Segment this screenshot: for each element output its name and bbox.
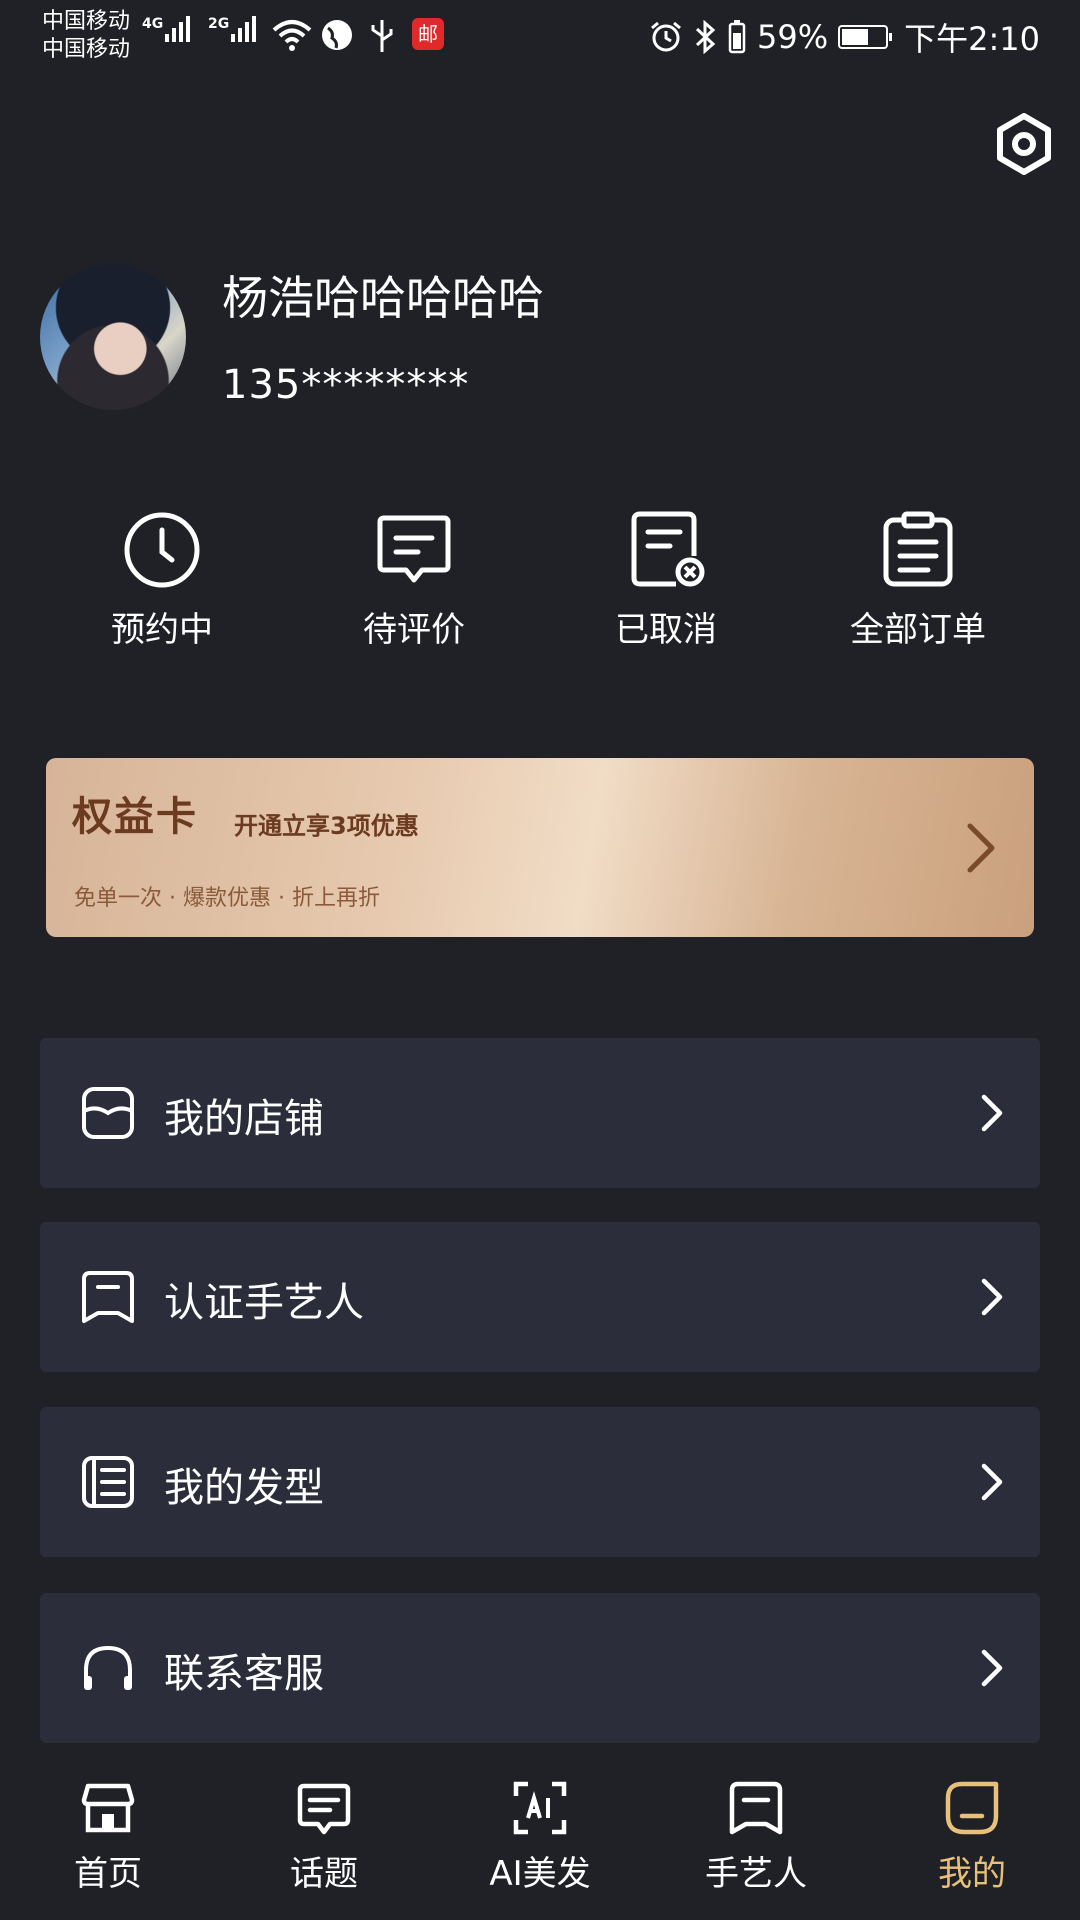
battery-icon xyxy=(838,25,893,49)
tab-home-label: 首页 xyxy=(74,1854,142,1894)
carrier-2: 中国移动 xyxy=(42,37,131,62)
cancelled-doc-icon xyxy=(631,511,705,587)
app-notification-icon: 邮 xyxy=(412,18,444,50)
vibrate-battery-icon xyxy=(728,20,746,54)
carrier-info: 中国移动 中国移动 xyxy=(42,8,130,64)
benefit-card-title: 权益卡 xyxy=(72,794,198,840)
usb-icon xyxy=(371,20,393,52)
tab-mine-label: 我的 xyxy=(938,1854,1006,1894)
signal-2-icon: 2G xyxy=(208,16,259,42)
phone-number: 135******** xyxy=(222,362,470,408)
avatar[interactable] xyxy=(40,264,186,410)
carrier-1: 中国移动 xyxy=(42,9,131,34)
clipboard-icon xyxy=(883,511,953,587)
order-booking-button[interactable]: 预约中 xyxy=(62,510,262,651)
alarm-icon xyxy=(651,21,681,52)
order-cancelled-button[interactable]: 已取消 xyxy=(566,510,766,651)
order-review-label: 待评价 xyxy=(363,610,465,650)
bluetooth-icon xyxy=(695,20,716,54)
tab-topics[interactable]: 话题 xyxy=(224,1780,424,1895)
comment-icon xyxy=(377,515,451,583)
menu-label-certify-craftsman: 认证手艺人 xyxy=(164,1280,364,1326)
chevron-right-icon xyxy=(981,1463,1003,1501)
menu-label-customer-service: 联系客服 xyxy=(164,1651,324,1697)
profile-icon xyxy=(945,1781,999,1835)
network-2-label: 2G xyxy=(208,16,230,32)
bottom-navigation: 首页 话题 AI美发 手艺人 我的 xyxy=(0,1760,1080,1920)
menu-label-my-store: 我的店铺 xyxy=(164,1096,324,1142)
chevron-right-icon xyxy=(967,823,995,873)
menu-label-my-hairstyle: 我的发型 xyxy=(164,1465,324,1511)
status-right: 59% 下午2:10 xyxy=(649,14,1040,60)
wifi-icon xyxy=(272,20,312,51)
order-all-button[interactable]: 全部订单 xyxy=(818,510,1018,651)
clock-icon xyxy=(124,512,200,588)
settings-button[interactable] xyxy=(992,112,1056,176)
clock-time: 下午2:10 xyxy=(904,20,1040,58)
signal-1-icon: 4G xyxy=(142,16,193,42)
menu-item-my-hairstyle[interactable]: 我的发型 xyxy=(40,1407,1040,1557)
order-cancelled-label: 已取消 xyxy=(615,610,717,650)
order-all-label: 全部订单 xyxy=(850,610,986,650)
menu-item-customer-service[interactable]: 联系客服 xyxy=(40,1593,1040,1743)
ai-scan-icon xyxy=(513,1781,567,1835)
home-store-icon xyxy=(81,1783,135,1833)
tab-ai-hair-label: AI美发 xyxy=(489,1854,591,1894)
benefit-card-description: 免单一次 · 爆款优惠 · 折上再折 xyxy=(74,886,380,911)
username[interactable]: 杨浩哈哈哈哈哈 xyxy=(222,262,544,328)
topic-icon xyxy=(297,1783,351,1835)
tab-ai-hair[interactable]: AI美发 xyxy=(440,1780,640,1895)
profile-page: 中国移动 中国移动 4G 2G 邮 59% 下午2:10 杨浩哈哈哈哈哈 135… xyxy=(0,0,1080,1920)
chevron-right-icon xyxy=(981,1278,1003,1316)
tab-home[interactable]: 首页 xyxy=(8,1780,208,1895)
benefit-card-banner[interactable]: 权益卡 开通立享3项优惠 免单一次 · 爆款优惠 · 折上再折 xyxy=(46,758,1034,937)
badge-icon xyxy=(82,1271,134,1323)
chevron-right-icon xyxy=(981,1094,1003,1132)
globe-icon xyxy=(322,20,352,50)
tab-craftsman-label: 手艺人 xyxy=(705,1854,807,1894)
hairstyle-icon xyxy=(82,1456,134,1508)
network-1-label: 4G xyxy=(142,16,164,32)
store-icon xyxy=(82,1087,134,1139)
craftsman-icon xyxy=(729,1781,783,1835)
battery-percent: 59% xyxy=(757,18,829,56)
tab-topics-label: 话题 xyxy=(290,1854,358,1894)
tab-mine[interactable]: 我的 xyxy=(872,1780,1072,1895)
benefit-card-subtitle: 开通立享3项优惠 xyxy=(234,812,419,840)
order-booking-label: 预约中 xyxy=(111,610,213,650)
chevron-right-icon xyxy=(981,1649,1003,1687)
settings-hexagon-icon xyxy=(997,113,1051,175)
headset-icon xyxy=(84,1645,132,1690)
order-shortcuts: 预约中 待评价 已取消 全部订单 xyxy=(0,510,1080,660)
menu-item-certify-craftsman[interactable]: 认证手艺人 xyxy=(40,1222,1040,1372)
order-review-button[interactable]: 待评价 xyxy=(314,510,514,651)
status-bar: 中国移动 中国移动 4G 2G 邮 59% 下午2:10 xyxy=(0,0,1080,76)
tab-craftsman[interactable]: 手艺人 xyxy=(656,1780,856,1895)
menu-item-my-store[interactable]: 我的店铺 xyxy=(40,1038,1040,1188)
